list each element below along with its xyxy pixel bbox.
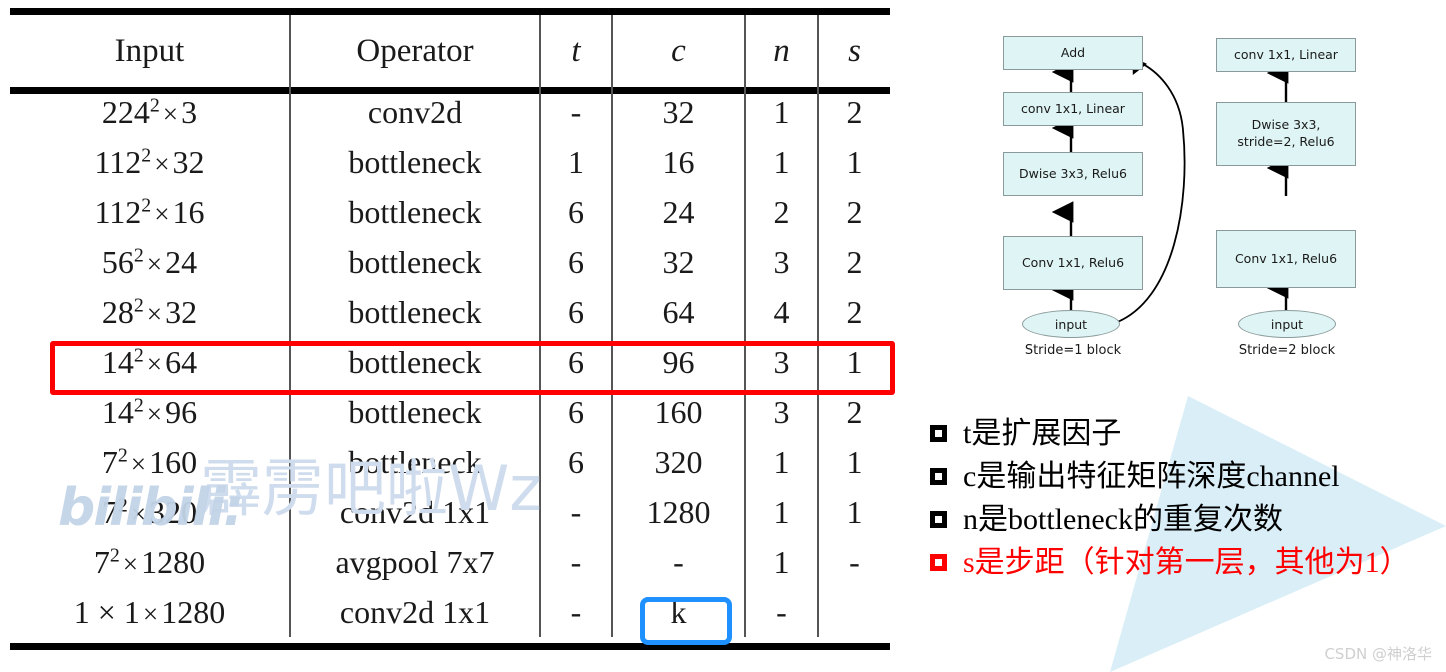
slide-canvas: Input Operator t c n s 2242 ×3 conv2d -32 1 2… <box>0 0 1446 672</box>
node-conv-linear-stride2: conv 1x1, Linear <box>1216 38 1356 72</box>
table-row: 72 ×160 bottleneck 6 320 1 1 <box>10 437 890 487</box>
cell-c: 1280 <box>611 487 745 537</box>
legend-item-label: n是bottleneck的重复次数 <box>963 503 1283 536</box>
node-dwise-stride2-line2: stride=2, Relu6 <box>1237 134 1335 149</box>
cell-n: 1 <box>744 437 818 487</box>
cell-t: 6 <box>539 437 612 487</box>
cell-n: - <box>744 587 818 637</box>
cell-s: 1 <box>817 487 890 537</box>
legend-item: s是步距（针对第一层，其他为1） <box>930 544 1410 584</box>
cell-operator: conv2d 1x1 <box>289 587 540 637</box>
table-row: 72 ×1280 avgpool 7x7- -1- <box>10 537 890 587</box>
table-row: 72 ×320 conv2d 1x1-1280 1 1 <box>10 487 890 537</box>
node-dwise-stride2-line1: Dwise 3x3, <box>1251 117 1321 133</box>
node-input-stride1: input <box>1022 310 1120 338</box>
block-diagrams: Add conv 1x1, Linear Dwise 3x3, Relu6 Co… <box>0 0 1446 400</box>
cell-s: 1 <box>817 437 890 487</box>
node-add: Add <box>1003 36 1143 70</box>
table-row: 1 × 1 ×1280 conv2d 1x1- k - <box>10 587 890 637</box>
csdn-watermark: CSDN @神洛华 <box>1324 645 1432 663</box>
legend-bullet-list: t是扩展因子 c是输出特征矩阵深度channel n是bottleneck的重复次数… <box>930 415 1410 587</box>
cell-input: 72 ×1280 <box>93 543 206 580</box>
legend-item-label: c是输出特征矩阵深度channel <box>963 460 1340 493</box>
square-bullet-icon <box>930 468 947 485</box>
node-input-stride2: input <box>1238 310 1336 338</box>
cell-operator: bottleneck <box>289 437 540 487</box>
legend-item-label: s是步距（针对第一层，其他为1） <box>963 546 1410 579</box>
square-bullet-icon <box>930 554 947 571</box>
node-conv-relu-stride1: Conv 1x1, Relu6 <box>1003 236 1143 290</box>
cell-c: - <box>611 537 745 587</box>
legend-item-label: t是扩展因子 <box>963 417 1122 450</box>
cell-c: 320 <box>611 437 745 487</box>
cell-input: 72 ×160 <box>101 443 198 480</box>
cell-t: - <box>539 587 612 637</box>
caption-stride1: Stride=1 block <box>1024 343 1122 358</box>
cell-input: 1 × 1 ×1280 <box>73 593 226 630</box>
cell-s <box>817 587 890 637</box>
cell-t: - <box>539 537 612 587</box>
cell-c: k <box>611 587 745 637</box>
cell-input: 72 ×320 <box>101 493 198 530</box>
node-dwise-stride2: Dwise 3x3, stride=2, Relu6 <box>1216 102 1356 166</box>
legend-item: n是bottleneck的重复次数 <box>930 501 1410 541</box>
cell-t: - <box>539 487 612 537</box>
cell-s: - <box>817 537 890 587</box>
table-rule-bottom <box>10 643 890 650</box>
legend-item: c是输出特征矩阵深度channel <box>930 458 1410 498</box>
node-conv-relu-stride2: Conv 1x1, Relu6 <box>1216 230 1356 288</box>
caption-stride2: Stride=2 block <box>1238 343 1336 358</box>
node-conv-linear-stride1: conv 1x1, Linear <box>1003 92 1143 126</box>
cell-n: 1 <box>744 487 818 537</box>
legend-item: t是扩展因子 <box>930 415 1410 455</box>
square-bullet-icon <box>930 425 947 442</box>
cell-operator: conv2d 1x1 <box>289 487 540 537</box>
cell-n: 1 <box>744 537 818 587</box>
square-bullet-icon <box>930 511 947 528</box>
cell-operator: avgpool 7x7 <box>289 537 540 587</box>
node-dwise-stride1: Dwise 3x3, Relu6 <box>1003 152 1143 196</box>
